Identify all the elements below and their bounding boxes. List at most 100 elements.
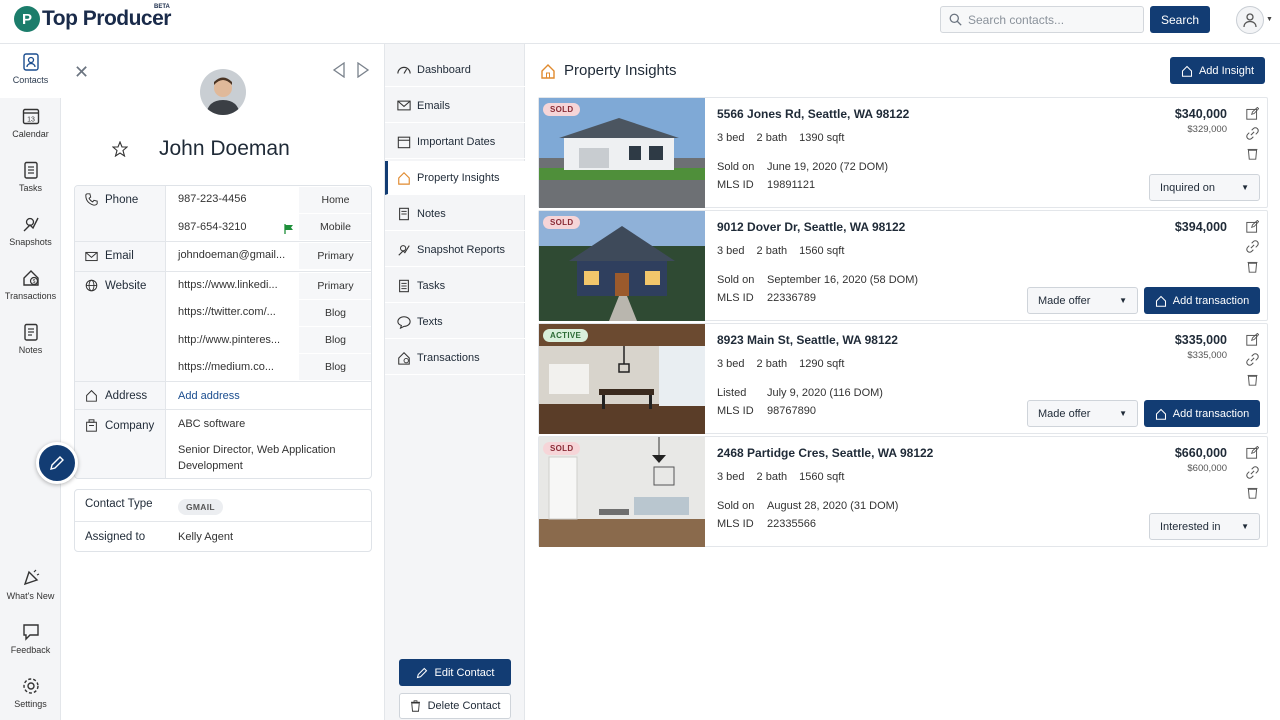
subnav-emails[interactable]: Emails xyxy=(385,89,525,123)
interest-select[interactable]: Interested in ▼ xyxy=(1149,513,1260,540)
contact-info-card: Phone 987-223-4456 Home 987-654-3210 Mob… xyxy=(74,185,372,479)
trash-icon[interactable] xyxy=(1246,486,1259,499)
sqft: 1290 sqft xyxy=(799,358,845,370)
previous-contact-icon[interactable] xyxy=(332,62,346,78)
subnav-label: Important Dates xyxy=(417,135,496,148)
nav-transactions[interactable]: $ Transactions xyxy=(0,260,61,314)
edit-fab-button[interactable] xyxy=(36,442,78,484)
subnav-texts[interactable]: Texts xyxy=(385,305,525,339)
calendar-icon: 13 xyxy=(22,108,39,125)
user-avatar-button[interactable] xyxy=(1236,6,1264,34)
subnav-label: Snapshot Reports xyxy=(417,243,506,256)
house-icon xyxy=(541,63,555,79)
delete-contact-button[interactable]: Delete Contact xyxy=(399,693,511,719)
status-badge: SOLD xyxy=(543,103,581,116)
interest-select[interactable]: Inquired on ▼ xyxy=(1149,174,1260,201)
edit-icon[interactable] xyxy=(1246,220,1259,233)
logo[interactable]: P Top Producer BETA xyxy=(14,4,171,32)
user-icon xyxy=(1243,13,1257,28)
nav-notes[interactable]: Notes xyxy=(0,314,61,368)
subnav-notes[interactable]: Notes xyxy=(385,197,525,231)
edit-icon[interactable] xyxy=(1246,446,1259,459)
divider xyxy=(75,271,371,272)
edit-icon[interactable] xyxy=(1246,333,1259,346)
feedback-icon xyxy=(22,624,39,641)
notes-icon xyxy=(399,207,409,220)
nav-label: Contacts xyxy=(12,75,49,85)
email-tag: Primary xyxy=(299,243,371,269)
nav-label: Transactions xyxy=(4,291,57,301)
nav-contacts[interactable]: Contacts xyxy=(0,44,61,98)
page-title-text: Property Insights xyxy=(564,62,677,79)
subnav-tasks[interactable]: Tasks xyxy=(385,269,525,303)
add-address-link[interactable]: Add address xyxy=(178,390,240,402)
phone-mobile-value[interactable]: 987-654-3210 xyxy=(178,221,247,233)
logo-mark-icon: P xyxy=(14,6,40,32)
link-icon[interactable] xyxy=(1246,353,1259,366)
trash-icon[interactable] xyxy=(1246,147,1259,160)
interest-select[interactable]: Made offer ▼ xyxy=(1027,287,1138,314)
favorite-star-icon[interactable] xyxy=(112,141,128,157)
property-address[interactable]: 5566 Jones Rd, Seattle, WA 98122 xyxy=(717,107,909,121)
property-card[interactable]: SOLD 9012 Dover Dr, Seattle, WA 98122 3 … xyxy=(538,210,1268,321)
property-card[interactable]: ACTIVE 8923 Main St, Seattle, WA 98122 3… xyxy=(538,323,1268,434)
property-photo: SOLD xyxy=(539,437,705,547)
add-insight-button[interactable]: Add Insight xyxy=(1170,57,1265,84)
nav-snapshots[interactable]: Snapshots xyxy=(0,206,61,260)
edit-contact-button[interactable]: Edit Contact xyxy=(399,659,511,686)
phone-home-value[interactable]: 987-223-4456 xyxy=(178,193,247,205)
property-address[interactable]: 8923 Main St, Seattle, WA 98122 xyxy=(717,333,898,347)
edit-icon[interactable] xyxy=(1246,107,1259,120)
subnav-important-dates[interactable]: Important Dates xyxy=(385,125,525,159)
website-label: Website xyxy=(85,279,146,292)
company-icon xyxy=(86,419,97,432)
next-contact-icon[interactable] xyxy=(356,62,370,78)
date-value: September 16, 2020 (58 DOM) xyxy=(767,274,919,286)
nav-feedback[interactable]: Feedback xyxy=(0,614,61,668)
close-icon[interactable]: ✕ xyxy=(74,62,89,83)
baths: 2 bath xyxy=(756,471,788,483)
trash-icon[interactable] xyxy=(1246,373,1259,386)
property-address[interactable]: 2468 Partidge Cres, Seattle, WA 98122 xyxy=(717,446,933,460)
property-specs: 3 bed 2 bath 1560 sqft xyxy=(717,471,856,483)
website-tag: Blog xyxy=(299,300,371,326)
website-value[interactable]: https://www.linkedi... xyxy=(178,279,278,291)
subnav-snapshot-reports[interactable]: Snapshot Reports xyxy=(385,233,525,267)
date-line: Sold on June 19, 2020 (72 DOM) xyxy=(717,161,888,173)
property-photo: SOLD xyxy=(539,98,705,208)
property-insights-panel: Property Insights Add Insight SOLD 5566 … xyxy=(526,44,1280,720)
card-actions xyxy=(1246,446,1259,499)
nav-whats-new[interactable]: What's New xyxy=(0,560,61,614)
nav-settings[interactable]: Settings xyxy=(0,668,61,720)
website-value[interactable]: https://medium.co... xyxy=(178,361,274,373)
brand-name: Top Producer xyxy=(42,7,171,30)
property-card[interactable]: SOLD 2468 Partidge Cres, Seattle, WA 981… xyxy=(538,436,1268,547)
beds: 3 bed xyxy=(717,245,745,257)
subnav-dashboard[interactable]: Dashboard xyxy=(385,53,525,87)
search-box[interactable] xyxy=(940,6,1144,33)
chevron-down-icon[interactable]: ▼ xyxy=(1266,16,1273,23)
link-icon[interactable] xyxy=(1246,127,1259,140)
website-value[interactable]: https://twitter.com/... xyxy=(178,306,276,318)
property-address[interactable]: 9012 Dover Dr, Seattle, WA 98122 xyxy=(717,220,905,234)
nav-calendar[interactable]: 13 Calendar xyxy=(0,98,61,152)
contact-type-badge: GMAIL xyxy=(178,499,223,515)
add-transaction-button[interactable]: Add transaction xyxy=(1144,287,1260,314)
button-label: Delete Contact xyxy=(427,700,501,712)
search-input[interactable] xyxy=(968,12,1138,27)
email-value[interactable]: johndoeman@gmail... xyxy=(178,249,285,261)
website-value[interactable]: http://www.pinteres... xyxy=(178,334,280,346)
interest-select[interactable]: Made offer ▼ xyxy=(1027,400,1138,427)
nav-label: Tasks xyxy=(18,183,42,193)
property-card[interactable]: SOLD 5566 Jones Rd, Seattle, WA 98122 3 … xyxy=(538,97,1268,208)
add-transaction-button[interactable]: Add transaction xyxy=(1144,400,1260,427)
link-icon[interactable] xyxy=(1246,240,1259,253)
date-line: Listed July 9, 2020 (116 DOM) xyxy=(717,387,883,399)
subnav-property-insights[interactable]: Property Insights xyxy=(385,161,525,195)
nav-tasks[interactable]: Tasks xyxy=(0,152,61,206)
link-icon[interactable] xyxy=(1246,466,1259,479)
trash-icon[interactable] xyxy=(1246,260,1259,273)
subnav-transactions[interactable]: Transactions xyxy=(385,341,525,375)
nav-label: Settings xyxy=(14,699,47,709)
search-button[interactable]: Search xyxy=(1150,6,1210,33)
